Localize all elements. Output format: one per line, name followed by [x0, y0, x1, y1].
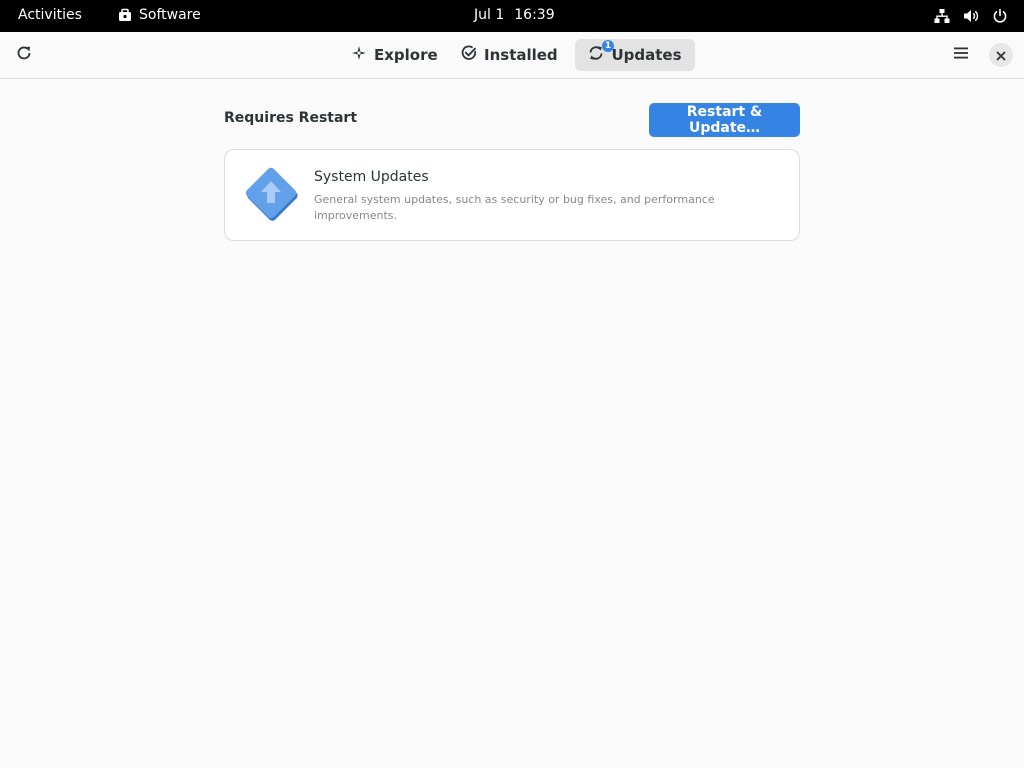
update-name: System Updates: [314, 169, 429, 185]
main-menu-button[interactable]: [945, 39, 977, 71]
restart-and-update-button[interactable]: Restart & Update…: [649, 103, 800, 137]
view-switcher: Explore Installed 1 Updates: [341, 39, 695, 71]
app-menu[interactable]: Software: [118, 7, 201, 23]
tab-updates-label: Updates: [611, 46, 682, 64]
app-menu-label: Software: [139, 7, 201, 23]
software-app-icon: [118, 8, 132, 22]
top-bar: Activities Software Jul 1 16:39: [0, 0, 1024, 32]
updates-count-badge: 1: [602, 40, 614, 52]
tab-explore[interactable]: Explore: [341, 39, 438, 71]
update-list-item[interactable]: System Updates General system updates, s…: [224, 149, 800, 241]
activities-button[interactable]: Activities: [18, 7, 82, 23]
power-icon[interactable]: [992, 8, 1008, 24]
installed-check-icon: [461, 45, 477, 65]
header-bar: Explore Installed 1 Updates: [0, 32, 1024, 79]
clock[interactable]: Jul 1 16:39: [474, 7, 555, 23]
update-description: General system updates, such as security…: [314, 193, 715, 222]
requires-restart-heading: Requires Restart: [224, 110, 358, 126]
network-wired-icon[interactable]: [934, 8, 950, 24]
system-update-icon: [239, 163, 303, 227]
refresh-icon: [16, 45, 32, 65]
tab-explore-label: Explore: [374, 46, 438, 64]
close-window-button[interactable]: [989, 43, 1013, 67]
tab-updates[interactable]: 1 Updates: [575, 39, 695, 71]
system-tray[interactable]: [934, 8, 1008, 24]
explore-icon: [351, 45, 367, 65]
tab-installed-label: Installed: [484, 46, 558, 64]
volume-icon[interactable]: [963, 8, 979, 24]
close-icon: [996, 46, 1006, 65]
clock-time: 16:39: [514, 7, 555, 23]
refresh-button[interactable]: [8, 39, 40, 71]
tab-installed[interactable]: Installed: [451, 39, 561, 71]
clock-date: Jul 1: [474, 7, 505, 23]
hamburger-menu-icon: [953, 45, 969, 65]
